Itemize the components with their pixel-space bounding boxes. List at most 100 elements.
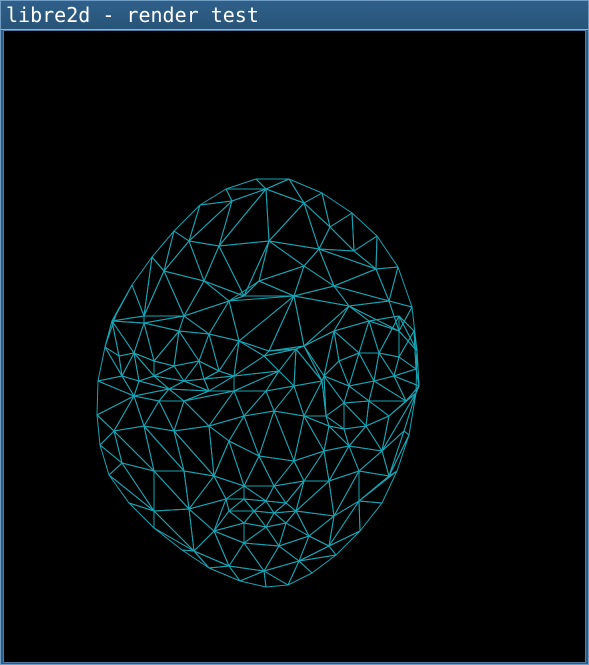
mesh-triangle <box>153 508 195 552</box>
mesh-triangle <box>163 270 205 317</box>
mesh-triangle <box>183 360 205 382</box>
mesh-triangle <box>358 320 380 354</box>
mesh-triangle <box>143 322 180 362</box>
mesh-triangle <box>293 415 325 462</box>
mesh-triangle <box>348 445 383 472</box>
mesh-triangle <box>104 346 123 377</box>
mesh-triangle <box>403 392 417 436</box>
mesh-triangle <box>381 430 405 477</box>
mesh-triangle <box>351 212 378 252</box>
mesh-triangle <box>368 400 407 417</box>
mesh-triangle <box>323 330 340 377</box>
mesh-triangle <box>343 425 367 447</box>
mesh-triangle <box>183 300 230 335</box>
mesh-triangle <box>268 240 320 267</box>
title-bar[interactable]: libre2d - render test <box>1 1 588 30</box>
mesh-triangle <box>243 542 280 572</box>
mesh-triangle <box>121 462 155 512</box>
mesh-triangle <box>143 270 185 317</box>
mesh-triangle <box>293 380 323 417</box>
mesh-triangle <box>328 500 361 547</box>
mesh-triangle <box>323 360 350 387</box>
mesh-triangle <box>303 415 330 427</box>
mesh-triangle <box>258 455 295 487</box>
mesh-triangle <box>218 240 270 297</box>
mesh-triangle <box>208 565 241 582</box>
mesh-triangle <box>243 410 275 457</box>
mesh-triangle <box>128 502 155 529</box>
mesh-triangle <box>263 545 300 572</box>
mesh-triangle <box>365 400 390 427</box>
mesh-triangle <box>111 284 145 322</box>
mesh-triangle <box>268 295 305 352</box>
mesh-triangle <box>368 380 407 402</box>
mesh-triangle <box>153 360 175 377</box>
mesh-triangle <box>323 375 350 404</box>
mesh-triangle <box>243 455 275 487</box>
mesh-triangle <box>151 230 175 272</box>
mesh-triangle <box>338 352 360 387</box>
mesh-triangle <box>333 285 390 307</box>
mesh-triangle <box>358 470 398 504</box>
mesh-triangle <box>378 352 400 377</box>
mesh-triangle <box>318 226 355 252</box>
mesh-triangle <box>303 192 331 228</box>
mesh-triangle <box>238 340 270 357</box>
mesh-triangle <box>398 315 415 358</box>
mesh-triangle <box>343 402 367 430</box>
mesh-triangle <box>213 440 245 487</box>
mesh-triangle <box>243 240 270 297</box>
mesh-triangle <box>329 212 355 252</box>
mesh-triangle <box>293 450 325 482</box>
mesh-triangle <box>228 498 255 512</box>
mesh-triangle <box>213 498 230 532</box>
mesh-triangle <box>213 475 245 500</box>
mesh-triangle <box>153 375 185 390</box>
mesh-triangle <box>188 508 215 552</box>
mesh-triangle <box>258 265 305 297</box>
mesh-triangle <box>333 305 370 332</box>
mesh-triangle <box>208 333 240 372</box>
mesh-triangle <box>388 300 413 332</box>
mesh-triangle <box>96 414 115 446</box>
mesh-triangle <box>293 295 350 347</box>
mesh-triangle <box>265 385 295 412</box>
mesh-triangle <box>238 295 295 352</box>
mesh-triangle <box>368 315 400 354</box>
mesh-triangle <box>131 256 153 317</box>
mesh-triangle <box>373 375 407 402</box>
mesh-triangle <box>273 510 297 524</box>
mesh-triangle <box>213 530 245 567</box>
mesh-triangle <box>143 315 185 332</box>
mesh-triangle <box>225 178 267 190</box>
mesh-triangle <box>173 204 201 242</box>
render-viewport[interactable] <box>3 30 586 663</box>
mesh-triangle <box>208 415 245 442</box>
mesh-triangle <box>333 330 360 362</box>
mesh-triangle <box>153 470 190 510</box>
mesh-triangle <box>243 280 295 297</box>
mesh-triangle <box>208 425 230 477</box>
mesh-triangle <box>173 330 200 367</box>
mesh-triangle <box>218 188 270 247</box>
mesh-triangle <box>293 285 350 307</box>
mesh-triangle <box>303 305 350 347</box>
mesh-triangle <box>113 395 145 432</box>
mesh-triangle <box>358 500 383 532</box>
mesh-triangle <box>133 380 170 397</box>
mesh-triangle <box>265 188 305 242</box>
mesh-triangle <box>348 380 375 402</box>
mesh-triangle <box>96 395 135 432</box>
app-window: libre2d - render test <box>0 0 589 665</box>
mesh-triangle <box>263 348 297 372</box>
mesh-triangle <box>121 375 140 397</box>
mesh-triangle <box>193 530 230 567</box>
mesh-triangle <box>278 348 297 387</box>
mesh-triangle <box>303 248 335 287</box>
face-mesh-canvas <box>96 178 420 588</box>
mesh-triangle <box>375 266 399 302</box>
mesh-triangle <box>388 434 410 477</box>
mesh-triangle <box>343 400 370 427</box>
mesh-triangle <box>295 480 335 517</box>
mesh-triangle <box>353 235 378 270</box>
